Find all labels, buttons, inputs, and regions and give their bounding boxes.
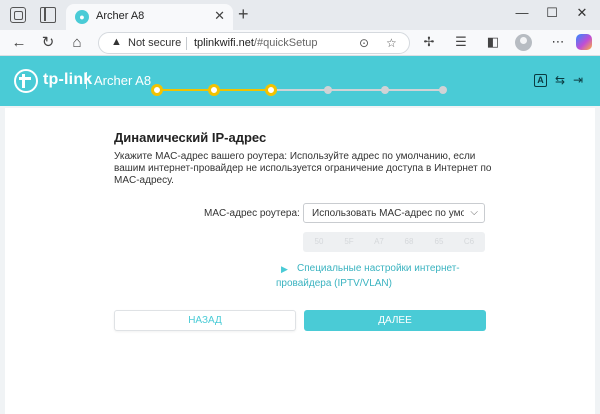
step-2	[208, 84, 220, 96]
mac-address-select[interactable]: Использовать MAC-адрес по умолчанию ⌵	[303, 203, 485, 223]
step-6	[439, 86, 447, 94]
chevron-down-icon: ⌵	[470, 207, 478, 218]
tab-close-icon[interactable]: ✕	[214, 8, 225, 24]
section-description: Укажите MAC-адрес вашего роутера: Исполь…	[114, 151, 492, 186]
router-header: tp-link Archer A8 A ⇆ ⇥	[0, 56, 600, 106]
site-options-icon[interactable]: ⊙	[359, 36, 369, 50]
new-tab-button[interactable]: +	[238, 4, 249, 24]
url-host: tplinkwifi.net	[194, 37, 254, 49]
back-arrow-icon[interactable]: ←	[9, 33, 29, 53]
warning-icon[interactable]: ▲	[111, 36, 122, 48]
browser-toolbar: ← ↻ ⌂ ▲ Not secure tplinkwifi.net/#quick…	[0, 30, 600, 56]
favorites-icon[interactable]: ☰	[452, 34, 470, 50]
favorite-star-icon[interactable]: ☆	[386, 36, 397, 50]
swap-icon[interactable]: ⇆	[552, 73, 568, 87]
mac-segment: 50	[314, 237, 324, 246]
brand-divider	[86, 72, 87, 89]
logout-icon[interactable]: ⇥	[570, 73, 586, 87]
mac-segment: 68	[404, 237, 414, 246]
tab-actions-icon[interactable]	[40, 7, 56, 23]
mac-address-select-value: Использовать MAC-адрес по умолчанию	[312, 208, 464, 219]
back-button[interactable]: НАЗАД	[114, 310, 296, 331]
next-button[interactable]: ДАЛЕЕ	[304, 310, 486, 331]
workspaces-icon[interactable]	[10, 7, 26, 23]
url-path: /#quickSetup	[253, 37, 318, 49]
address-divider	[186, 37, 187, 50]
not-secure-label[interactable]: Not secure	[128, 37, 181, 49]
mac-segment: A7	[374, 237, 384, 246]
step-5	[381, 86, 389, 94]
advanced-isp-settings-link-line2[interactable]: провайдера (IPTV/VLAN)	[276, 278, 392, 289]
tab-title: Archer A8	[96, 10, 145, 22]
section-title: Динамический IP-адрес	[114, 130, 267, 145]
browser-tab-strip: ● Archer A8 ✕ + — ☐ ✕	[0, 0, 600, 30]
browser-tab-active[interactable]: ● Archer A8 ✕	[66, 4, 233, 30]
tplink-favicon-icon: ●	[75, 10, 89, 24]
step-4	[324, 86, 332, 94]
expand-arrow-icon[interactable]: ▶	[281, 264, 288, 275]
mac-address-fields: 50 5F A7 68 65 C6	[303, 232, 485, 252]
step-1	[151, 84, 163, 96]
more-menu-icon[interactable]: ⋯	[549, 34, 567, 50]
mac-segment: C6	[463, 237, 475, 246]
step-3	[265, 84, 277, 96]
url-text[interactable]: tplinkwifi.net/#quickSetup	[194, 37, 318, 49]
stepper-line-pending	[271, 89, 443, 91]
router-page: tp-link Archer A8 A ⇆ ⇥	[0, 56, 600, 414]
window-maximize-button[interactable]: ☐	[542, 5, 562, 21]
advanced-isp-settings-link[interactable]: Специальные настройки интернет-	[297, 263, 460, 274]
mac-segment: 5F	[344, 237, 354, 246]
profile-avatar-icon[interactable]	[515, 34, 532, 51]
reload-icon[interactable]: ↻	[38, 33, 58, 53]
language-icon[interactable]: A	[534, 74, 547, 87]
brand-name: tp-link	[43, 71, 93, 88]
extensions-icon[interactable]: ✢	[420, 34, 438, 50]
address-bar[interactable]: ▲ Not secure tplinkwifi.net/#quickSetup …	[98, 32, 410, 54]
window-minimize-button[interactable]: —	[512, 5, 532, 20]
window-close-button[interactable]: ✕	[572, 5, 592, 21]
home-icon[interactable]: ⌂	[67, 33, 87, 53]
copilot-icon[interactable]	[576, 34, 592, 50]
model-name: Archer A8	[94, 73, 152, 88]
collections-icon[interactable]: ◧	[484, 34, 502, 50]
mac-segment: 65	[434, 237, 444, 246]
mac-address-label: MAC-адрес роутера:	[204, 208, 300, 219]
tplink-logo-icon	[14, 69, 38, 93]
